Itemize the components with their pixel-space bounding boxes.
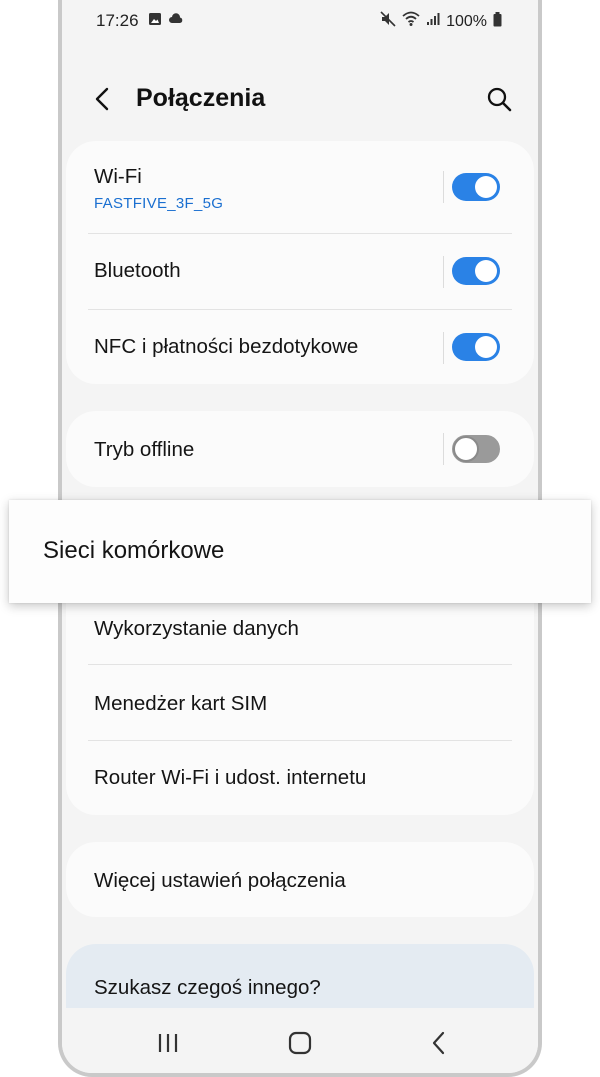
mute-icon <box>380 11 396 32</box>
signal-icon <box>426 12 440 31</box>
page-title: Połączenia <box>136 84 266 112</box>
back-icon[interactable] <box>420 1026 460 1060</box>
nfc-row[interactable]: NFC i płatności bezdotykowe <box>66 310 534 384</box>
status-left-icons <box>148 12 184 31</box>
bluetooth-separator <box>443 256 444 288</box>
gallery-icon <box>148 12 162 31</box>
bluetooth-toggle[interactable] <box>452 257 500 285</box>
wifi-toggle[interactable] <box>452 173 500 201</box>
app-bar: Połączenia <box>62 70 538 130</box>
more-settings-label: Więcej ustawień połączenia <box>94 869 346 892</box>
wifi-toggle-knob <box>475 176 497 198</box>
mobile-networks-label: Sieci komórkowe <box>43 537 225 564</box>
wifi-label: Wi-Fi <box>94 165 142 188</box>
offline-toggle-knob <box>453 436 479 462</box>
hotspot-label: Router Wi-Fi i udost. internetu <box>94 766 367 789</box>
bluetooth-label: Bluetooth <box>94 259 181 282</box>
more-settings-card: Więcej ustawień połączenia <box>66 842 534 917</box>
nfc-separator <box>443 332 444 364</box>
home-icon[interactable] <box>280 1026 320 1060</box>
wifi-separator <box>443 171 444 203</box>
more-settings-row[interactable]: Więcej ustawień połączenia <box>66 842 534 917</box>
mobile-networks-highlight[interactable]: Sieci komórkowe <box>9 500 591 603</box>
connectivity-card: Wi-Fi FASTFIVE_3F_5G Bluetooth NFC i pła… <box>66 141 534 384</box>
sim-manager-label: Menedżer kart SIM <box>94 692 268 715</box>
cloud-icon <box>168 12 184 31</box>
bluetooth-toggle-knob <box>475 260 497 282</box>
battery-icon <box>493 11 502 32</box>
sim-manager-row[interactable]: Menedżer kart SIM <box>66 665 534 740</box>
hotspot-row[interactable]: Router Wi-Fi i udost. internetu <box>66 741 534 815</box>
status-time: 17:26 <box>96 11 139 30</box>
wifi-row[interactable]: Wi-Fi FASTFIVE_3F_5G <box>66 141 534 233</box>
offline-mode-label: Tryb offline <box>94 438 195 461</box>
battery-percent: 100% <box>446 12 487 30</box>
bluetooth-row[interactable]: Bluetooth <box>66 234 534 309</box>
wifi-icon <box>402 11 420 32</box>
recent-apps-icon[interactable] <box>148 1026 188 1060</box>
wifi-network-name: FASTFIVE_3F_5G <box>94 195 224 212</box>
offline-card: Tryb offline <box>66 411 534 487</box>
search-icon[interactable] <box>484 84 514 114</box>
navigation-bar <box>62 1008 538 1073</box>
nfc-toggle[interactable] <box>452 333 500 361</box>
status-bar: 17:26 100% <box>62 0 538 40</box>
nfc-toggle-knob <box>475 336 497 358</box>
looking-for-something-else-label: Szukasz czegoś innego? <box>94 976 321 999</box>
offline-separator <box>443 433 444 465</box>
offline-mode-toggle[interactable] <box>452 435 500 463</box>
nfc-label: NFC i płatności bezdotykowe <box>94 335 359 358</box>
back-arrow-icon[interactable] <box>88 84 118 114</box>
offline-mode-row[interactable]: Tryb offline <box>66 411 534 487</box>
status-right-icons: 100% <box>380 11 502 32</box>
data-usage-label: Wykorzystanie danych <box>94 617 299 640</box>
